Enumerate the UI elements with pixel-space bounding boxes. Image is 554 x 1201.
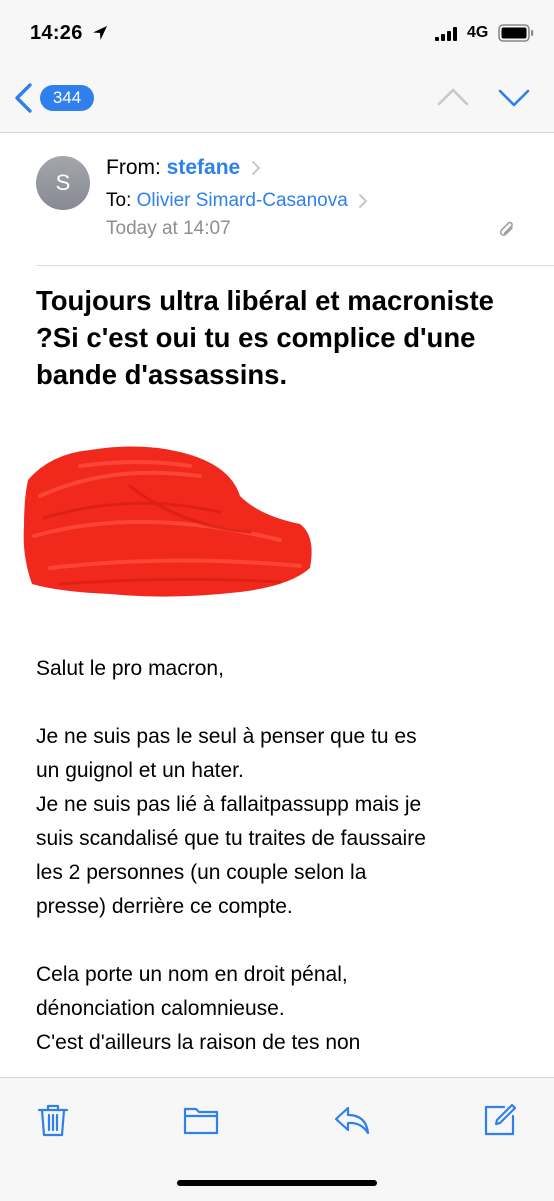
location-arrow-icon xyxy=(93,26,107,40)
message-subject: Toujours ultra libéral et macroniste ?Si… xyxy=(36,285,494,390)
body-line: les 2 personnes (un couple selon la xyxy=(36,861,367,884)
chevron-right-icon xyxy=(359,193,368,208)
folder-icon[interactable] xyxy=(182,1102,220,1138)
compose-icon[interactable] xyxy=(482,1102,518,1138)
previous-message-icon[interactable] xyxy=(436,84,470,112)
sender-name[interactable]: stefane xyxy=(167,156,241,179)
body-line: dénonciation calomnieuse. xyxy=(36,997,285,1020)
message-header: S From: stefane To: Olivier Simard-Casan… xyxy=(0,132,554,266)
to-row[interactable]: To: Olivier Simard-Casanova xyxy=(106,190,369,212)
next-message-icon[interactable] xyxy=(497,84,531,112)
message-body: Salut le pro macron, Je ne suis pas le s… xyxy=(36,652,526,1060)
reply-icon[interactable] xyxy=(333,1102,371,1138)
body-line: Cela porte un nom en droit pénal, xyxy=(36,963,348,986)
signal-bars-icon xyxy=(435,27,457,41)
body-line: un guignol et un hater. xyxy=(36,759,244,782)
message-date: Today at 14:07 xyxy=(106,218,231,239)
from-row[interactable]: From: stefane xyxy=(106,156,262,180)
body-blank-line xyxy=(36,686,526,720)
body-line: presse) derrière ce compte. xyxy=(36,895,293,918)
battery-icon xyxy=(498,24,534,42)
from-label: From: xyxy=(106,156,161,179)
status-bar: 14:26 4G xyxy=(0,0,554,62)
network-label: 4G xyxy=(467,24,489,41)
body-line: suis scandalisé que tu traites de faussa… xyxy=(36,827,426,850)
header-divider xyxy=(36,265,554,266)
back-chevron-icon[interactable] xyxy=(12,82,34,114)
body-line: Salut le pro macron, xyxy=(36,657,224,680)
to-label: To: xyxy=(106,190,132,211)
redaction-scribble xyxy=(23,446,312,597)
unread-count-badge[interactable]: 344 xyxy=(40,85,94,111)
recipient-name[interactable]: Olivier Simard-Casanova xyxy=(137,190,348,211)
body-blank-line xyxy=(36,924,526,958)
sender-avatar: S xyxy=(36,156,90,210)
body-line: C'est d'ailleurs la raison de tes non xyxy=(36,1031,361,1054)
trash-icon[interactable] xyxy=(36,1102,70,1138)
home-indicator[interactable] xyxy=(177,1180,377,1186)
body-line: Je ne suis pas lié à fallaitpassupp mais… xyxy=(36,793,422,816)
chevron-right-icon xyxy=(252,161,261,176)
paperclip-icon xyxy=(499,221,513,236)
mail-nav-bar: 344 xyxy=(0,62,554,133)
status-time: 14:26 xyxy=(30,22,83,44)
body-line: Je ne suis pas le seul à penser que tu e… xyxy=(36,725,417,748)
